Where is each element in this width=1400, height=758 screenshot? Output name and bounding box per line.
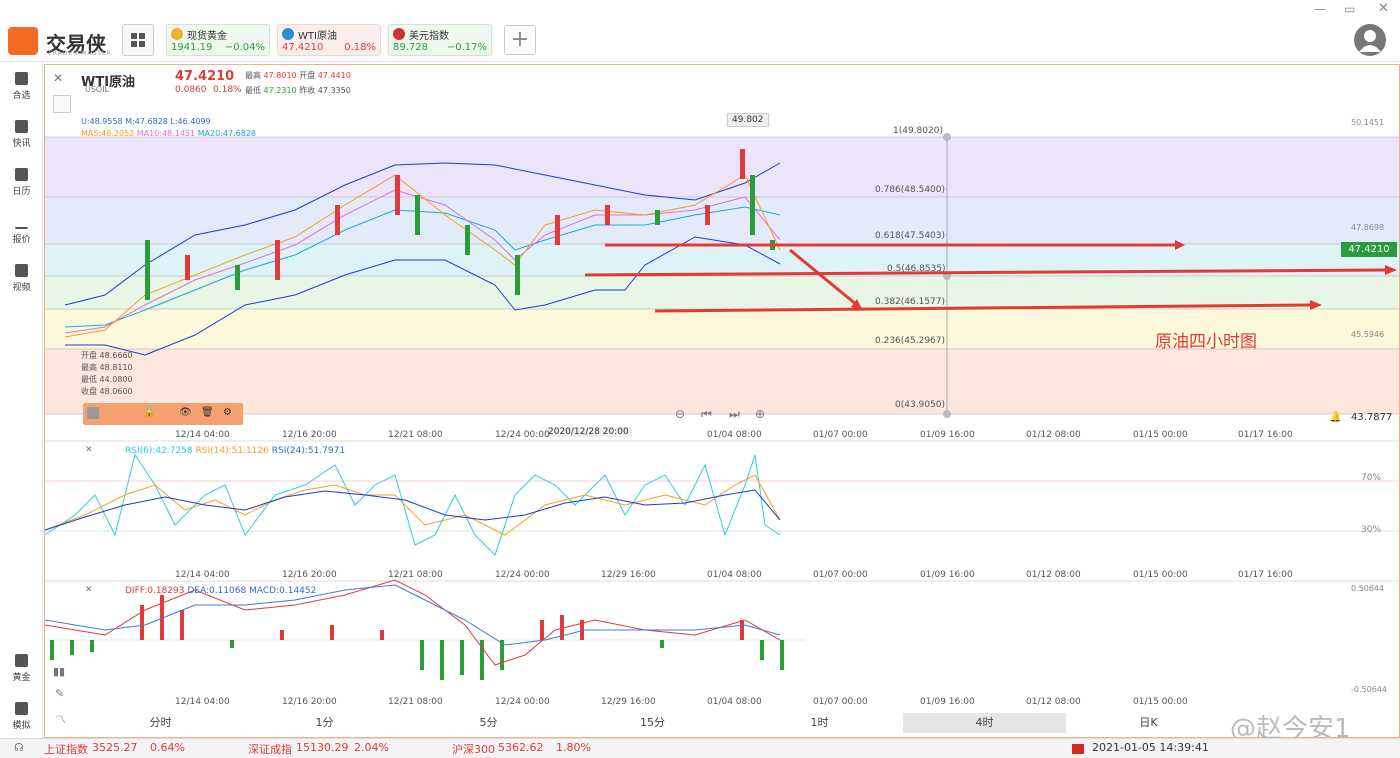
- bell-icon[interactable]: 🔔: [1329, 412, 1341, 423]
- tab-5m[interactable]: 5分: [407, 713, 570, 733]
- macd-close-button[interactable]: ✕: [85, 585, 93, 595]
- drawing-toolbar[interactable]: 🔒 👁 🗑 ⚙: [83, 403, 243, 425]
- app-logo-icon: [8, 27, 38, 55]
- pen-icon[interactable]: ✎: [55, 687, 64, 700]
- ohlc-popup: 开盘 48.6660 最高 48.8110 最低 44.0800 收盘 48.0600: [81, 351, 133, 396]
- bar-chart-icon[interactable]: ▮▮: [53, 665, 65, 678]
- macd-histogram: [50, 595, 784, 680]
- symbol-pct: 0.18%: [213, 85, 242, 95]
- zoom-out-button[interactable]: ⊖: [675, 407, 685, 421]
- crosshair-time: 2020/12/28 20:00: [545, 427, 632, 437]
- eye-icon[interactable]: 👁: [179, 407, 192, 418]
- line-chart-icon[interactable]: 〽: [55, 711, 66, 727]
- us-flag-icon: [393, 28, 405, 40]
- trash-icon[interactable]: 🗑: [201, 407, 214, 418]
- tab-1m[interactable]: 1分: [243, 713, 406, 733]
- calendar-icon: [15, 168, 28, 181]
- quote-tab-wti[interactable]: WTI原油 47.4210 0.18%: [277, 24, 381, 56]
- fib-band-6: [45, 349, 1399, 414]
- chart-area[interactable]: ✕ WTI原油 USOIL 47.4210 0.0860 0.18% 最高 47…: [44, 64, 1400, 738]
- symbol-code: USOIL: [85, 85, 110, 94]
- fib-0236: 0.236(45.2967): [875, 336, 946, 346]
- sidebar: 合选 快讯 日历 报价 视频 黄金 模拟: [0, 62, 43, 738]
- oil-icon: [282, 28, 294, 40]
- axis-bottom: 43.7877: [1351, 412, 1393, 423]
- zoom-in-button[interactable]: ⊕: [755, 407, 765, 421]
- tab-time-share[interactable]: 分时: [79, 713, 242, 733]
- gold-icon: [171, 28, 183, 40]
- current-price-tag: 47.4210: [1341, 242, 1397, 257]
- prev-button[interactable]: ⏮: [701, 407, 712, 422]
- sidebar-item-news[interactable]: 快讯: [0, 120, 43, 149]
- fib-0: 0(43.9050): [895, 400, 945, 410]
- tab-daily[interactable]: 日K: [1067, 713, 1230, 733]
- gold-icon: [15, 654, 28, 667]
- axis-p1: 50.1451: [1351, 118, 1385, 127]
- minimize-button[interactable]: —: [1314, 2, 1326, 16]
- restore-button[interactable]: ▭: [1344, 2, 1355, 16]
- lock-icon[interactable]: 🔒: [143, 407, 155, 418]
- headset-icon[interactable]: ☊: [14, 741, 24, 754]
- axis-p3: 45.5946: [1351, 330, 1385, 339]
- boll-values: U:48.9558 M:47.6828 L:46.4099: [81, 117, 211, 126]
- quote-tab-gold[interactable]: 现货黄金 1941.19 −0.04%: [166, 24, 270, 56]
- datetime: 2021-01-05 14:39:41: [1092, 741, 1209, 754]
- fib-0786: 0.786(48.5400): [875, 185, 946, 195]
- chart-svg[interactable]: [44, 65, 1399, 737]
- chart-annotation: 原油四小时图: [1155, 332, 1257, 352]
- sidebar-item-quotes[interactable]: 报价: [0, 216, 43, 245]
- china-flag-icon: [1072, 744, 1084, 754]
- fib-band-1: [45, 137, 1399, 197]
- wallet-icon: [15, 702, 28, 715]
- quote-tab-usd-index[interactable]: 美元指数 89.728 −0.17%: [388, 24, 492, 56]
- next-button[interactable]: ⏭: [729, 407, 740, 422]
- add-tab-button[interactable]: +: [504, 25, 536, 55]
- color-swatch[interactable]: [87, 407, 99, 419]
- drawing-tool-button[interactable]: [53, 95, 71, 113]
- close-window-button[interactable]: ✕: [1378, 1, 1389, 16]
- grid-icon: [131, 33, 145, 47]
- symbol-price: 47.4210: [175, 69, 235, 84]
- chart-line-icon: [15, 216, 28, 229]
- avatar[interactable]: [1354, 24, 1386, 56]
- sidebar-item-demo[interactable]: 模拟: [0, 702, 43, 731]
- app-subtitle: TRADER MASTER: [48, 50, 112, 57]
- peak-label: 49.802: [727, 113, 769, 127]
- settings-icon[interactable]: ⚙: [223, 407, 232, 418]
- fib-0618: 0.618(47.5403): [875, 231, 946, 241]
- news-icon: [15, 120, 28, 133]
- fib-1: 1(49.8020): [893, 126, 943, 136]
- chart-close-button[interactable]: ✕: [53, 71, 63, 85]
- fib-05: 0.5(46.8535): [887, 264, 946, 274]
- tab-1h[interactable]: 1时: [738, 713, 901, 733]
- video-icon: [15, 264, 28, 277]
- grid-menu-button[interactable]: [122, 24, 154, 56]
- status-bar: ☊ 上证指数 3525.27 0.64% 深证成指 15130.29 2.04%…: [0, 738, 1400, 758]
- sidebar-item-watchlist[interactable]: 合选: [0, 72, 43, 101]
- sidebar-item-calendar[interactable]: 日历: [0, 168, 43, 197]
- tab-15m[interactable]: 15分: [571, 713, 734, 733]
- sidebar-item-video[interactable]: 视频: [0, 264, 43, 293]
- fib-band-2: [45, 197, 1399, 244]
- axis-p2: 47.8698: [1351, 223, 1385, 232]
- symbol-change: 0.0860: [175, 85, 207, 95]
- sidebar-item-gold[interactable]: 黄金: [0, 654, 43, 683]
- rsi-close-button[interactable]: ✕: [85, 445, 93, 455]
- tab-4h[interactable]: 4时: [903, 713, 1066, 733]
- fib-0382: 0.382(46.1577): [875, 297, 946, 307]
- top-bar: 交易侠 TRADER MASTER 现货黄金 1941.19 −0.04% WT…: [0, 0, 1400, 62]
- star-list-icon: [15, 72, 28, 85]
